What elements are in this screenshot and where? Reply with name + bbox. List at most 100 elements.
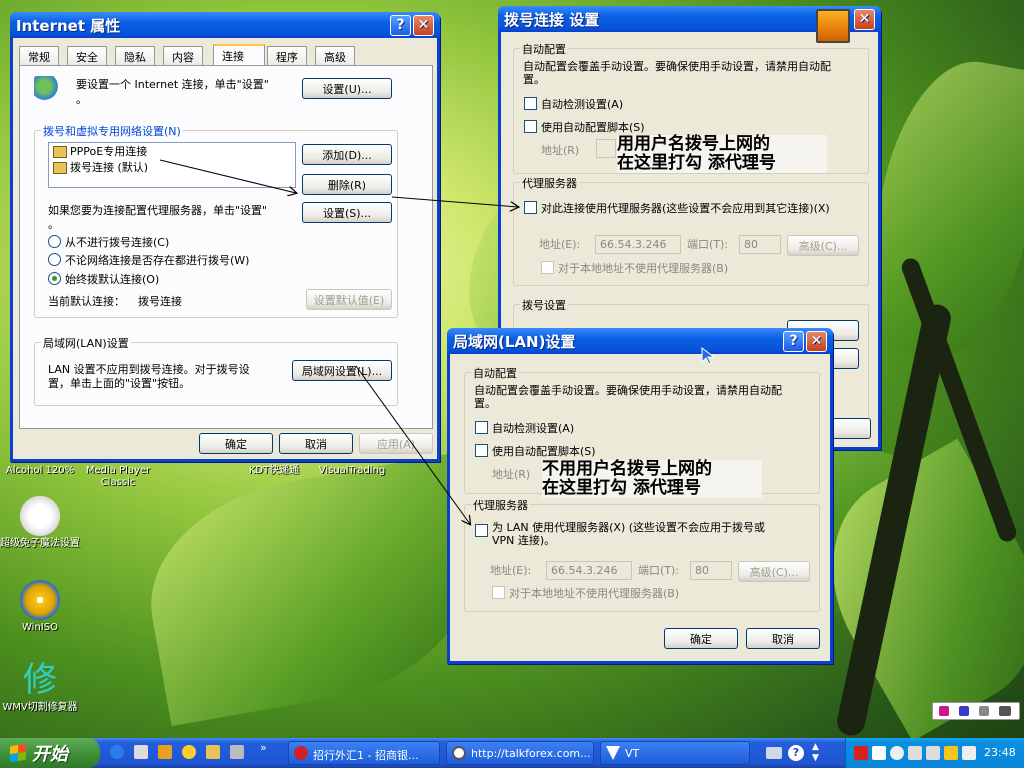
proxy-advanced-button[interactable]: 高级(C)... <box>787 235 859 256</box>
lan-settings-button[interactable]: 局域网设置(L)... <box>292 360 392 381</box>
connection-item-pppoe[interactable]: PPPoE专用连接 <box>53 145 147 158</box>
dialup-settings-titlebar[interactable]: 拨号连接 设置 ✕ <box>498 6 881 43</box>
auto-script-checkbox[interactable] <box>475 444 488 457</box>
cancel-button[interactable]: 取消 <box>279 433 353 454</box>
setup-button[interactable]: 设置(U)... <box>302 78 392 99</box>
apply-button[interactable]: 应用(A) <box>359 433 433 454</box>
tab-advanced[interactable]: 高级 <box>315 46 355 65</box>
keyboard-icon[interactable] <box>766 747 782 759</box>
auto-config-text-line1: 自动配置会覆盖手动设置。要确保使用手动设置，请禁用自动配 <box>523 60 831 73</box>
desktop-icon-alcohol[interactable]: Alcohol 120% <box>0 465 80 477</box>
script-address-input[interactable] <box>596 139 616 158</box>
ie-icon[interactable] <box>110 745 124 759</box>
ime-mode-icon <box>959 706 969 716</box>
browser-icon <box>452 746 466 760</box>
bypass-local-checkbox[interactable] <box>541 261 554 274</box>
ime-keyboard-icon <box>999 706 1011 716</box>
desktop-icon-super-rabbit[interactable]: 超级兔子魔法设置 <box>0 496 80 550</box>
taskbar-button-vt[interactable]: VT <box>600 741 750 765</box>
window-icon[interactable] <box>230 745 244 759</box>
quick-launch: » <box>110 741 280 761</box>
proxy-port-input[interactable]: 80 <box>690 561 732 580</box>
tray-network-icon[interactable] <box>890 746 904 760</box>
radio-never-dial[interactable] <box>48 235 61 248</box>
script-address-label: 地址(R) <box>492 468 531 481</box>
auto-script-checkbox[interactable] <box>524 120 537 133</box>
tab-strip: 常规 安全 隐私 内容 连接 程序 高级 <box>19 44 433 66</box>
delete-button[interactable]: 删除(R) <box>302 174 392 195</box>
qq-icon[interactable] <box>182 745 196 759</box>
chevron-up-down-icon[interactable]: ▲ ▼ <box>812 742 819 764</box>
close-button[interactable]: ✕ <box>806 330 827 352</box>
lan-settings-titlebar[interactable]: 局域网(LAN)设置 ? ✕ <box>447 328 833 354</box>
internet-properties-window: Internet 属性 ? ✕ 常规 安全 隐私 内容 连接 程序 高级 要设置… <box>10 12 440 462</box>
connection-item-dialup[interactable]: 拨号连接 (默认) <box>53 161 148 174</box>
language-bar[interactable] <box>932 702 1020 720</box>
radio-dial-when-no-network[interactable] <box>48 253 61 266</box>
ime-icon <box>939 706 949 716</box>
tray-vt-icon[interactable] <box>872 746 886 760</box>
proxy-text-end: 。 <box>48 218 59 231</box>
proxy-port-input[interactable]: 80 <box>739 235 781 254</box>
connection-list[interactable]: PPPoE专用连接 拨号连接 (默认) <box>48 142 296 188</box>
ime-punct-icon <box>979 706 989 716</box>
lan-use-proxy-label-line2: VPN 连接)。 <box>492 534 556 547</box>
help-button[interactable]: ? <box>783 330 804 352</box>
use-proxy-checkbox[interactable] <box>524 201 537 214</box>
add-button[interactable]: 添加(D)... <box>302 144 392 165</box>
connection-settings-button[interactable]: 设置(S)... <box>302 202 392 223</box>
dialup-cancel-button[interactable] <box>831 418 871 439</box>
close-button[interactable]: ✕ <box>854 8 875 30</box>
chevron-icon[interactable]: » <box>260 741 267 754</box>
lan-use-proxy-checkbox[interactable] <box>475 524 488 537</box>
start-button[interactable]: 开始 <box>0 738 100 768</box>
help-circle-icon[interactable]: ? <box>788 745 804 761</box>
desktop-icon-visualtrading[interactable]: VisualTrading <box>312 465 392 477</box>
ok-button[interactable]: 确定 <box>664 628 738 649</box>
tab-content[interactable]: 内容 <box>163 46 203 65</box>
proxy-address-label: 地址(E): <box>539 238 581 251</box>
set-default-button[interactable]: 设置默认值(E) <box>306 289 392 310</box>
tab-general[interactable]: 常规 <box>19 46 59 65</box>
tab-privacy[interactable]: 隐私 <box>115 46 155 65</box>
desktop-icon-kdt[interactable]: KDT快递通 <box>234 465 314 477</box>
internet-properties-titlebar[interactable]: Internet 属性 ? ✕ <box>10 12 440 38</box>
dialup-connection-icon <box>53 146 67 158</box>
desktop-icon-winiso[interactable]: WinISO <box>0 580 80 634</box>
proxy-address-input[interactable]: 66.54.3.246 <box>546 561 632 580</box>
folder-icon[interactable] <box>206 745 220 759</box>
ok-button[interactable]: 确定 <box>199 433 273 454</box>
tray-connection-icon-2[interactable] <box>926 746 940 760</box>
taskbar-button-browser[interactable]: http://talkforex.com... <box>446 741 594 765</box>
media-player-icon[interactable] <box>158 745 172 759</box>
show-desktop-icon[interactable] <box>134 745 148 759</box>
current-default-value: 拨号连接 <box>138 295 182 308</box>
clock[interactable]: 23:48 <box>984 746 1016 759</box>
auto-config-text-line2: 置。 <box>523 73 545 86</box>
close-button[interactable]: ✕ <box>413 14 434 36</box>
tray-connection-icon[interactable] <box>908 746 922 760</box>
mouse-cursor <box>701 347 716 365</box>
tab-connections[interactable]: 连接 <box>213 44 265 66</box>
proxy-advanced-button[interactable]: 高级(C)... <box>738 561 810 582</box>
help-button[interactable]: ? <box>390 14 411 36</box>
tab-programs[interactable]: 程序 <box>267 46 307 65</box>
tray-shield-icon[interactable] <box>944 746 958 760</box>
taskbar-button-bank[interactable]: 招行外汇1 - 招商银... <box>288 741 440 765</box>
desktop-icon-wmv-repair[interactable]: 修 WMV切割修复器 <box>0 660 80 714</box>
cancel-button[interactable]: 取消 <box>746 628 820 649</box>
radio-always-dial-default[interactable] <box>48 272 61 285</box>
auto-script-label: 使用自动配置脚本(S) <box>541 121 645 134</box>
lan-text-line2: 置，单击上面的"设置"按钮。 <box>48 377 191 390</box>
auto-detect-checkbox[interactable] <box>475 421 488 434</box>
proxy-address-input[interactable]: 66.54.3.246 <box>595 235 681 254</box>
setup-text-end: 。 <box>76 93 87 106</box>
auto-config-text-line2: 置。 <box>474 397 496 410</box>
tab-security[interactable]: 安全 <box>67 46 107 65</box>
desktop-icon-media-player-classic[interactable]: Media Player Classic <box>78 465 158 489</box>
bypass-local-checkbox[interactable] <box>492 586 505 599</box>
auto-detect-checkbox[interactable] <box>524 97 537 110</box>
tray-app-icon[interactable] <box>854 746 868 760</box>
proxy-port-label: 端口(T): <box>687 238 729 251</box>
tray-security-icon[interactable] <box>962 746 976 760</box>
